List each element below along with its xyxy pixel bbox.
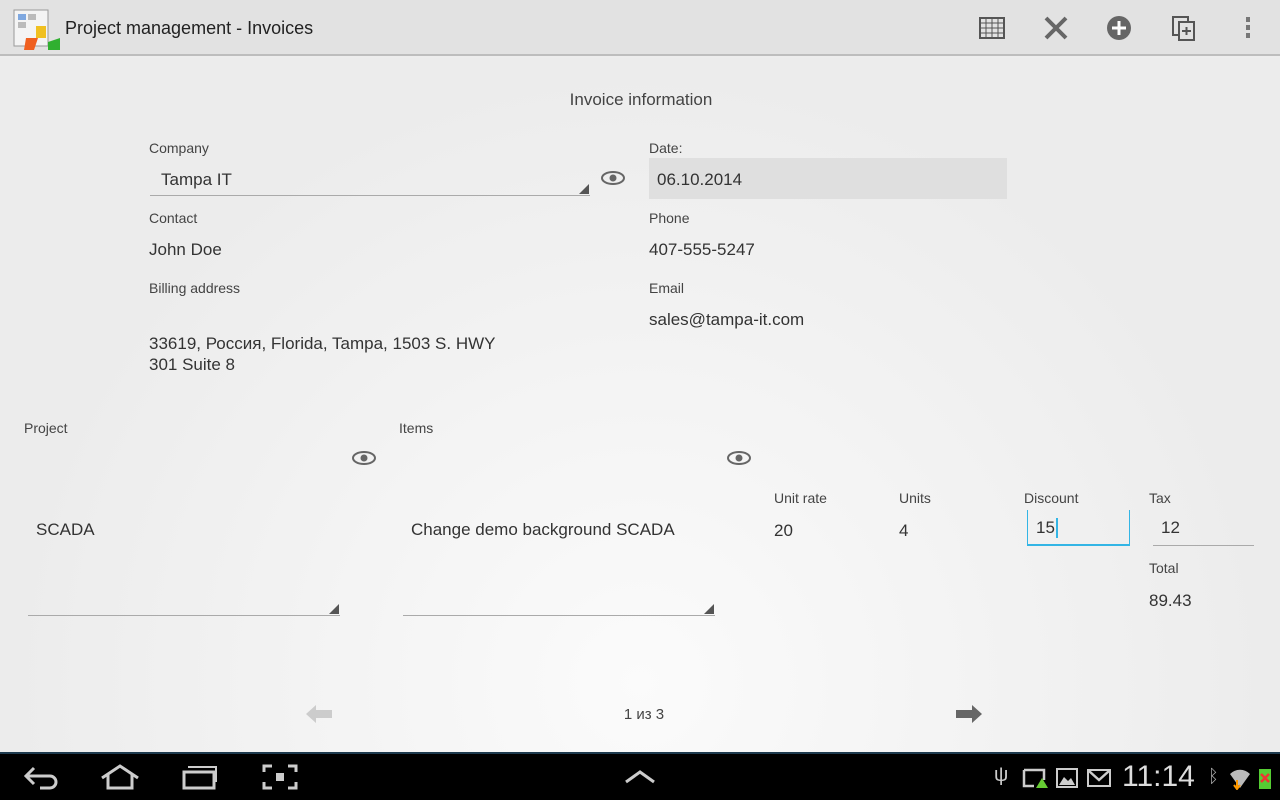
company-value: Tampa IT	[161, 170, 232, 189]
date-label: Date:	[649, 140, 683, 156]
contact-label: Contact	[149, 210, 198, 226]
system-nav-bar: ψ 11:14 ᛒ	[0, 752, 1280, 800]
sync-icon	[1022, 768, 1048, 795]
battery-icon	[1258, 766, 1272, 795]
recent-apps-icon[interactable]	[182, 764, 218, 795]
company-label: Company	[149, 140, 209, 156]
gmail-icon	[1087, 769, 1111, 792]
home-icon[interactable]	[100, 764, 140, 795]
chevron-up-icon[interactable]	[624, 770, 656, 789]
billing-address-label: Billing address	[149, 280, 241, 296]
dropdown-icon	[329, 604, 339, 614]
tools-icon[interactable]	[1043, 15, 1071, 43]
copy-icon[interactable]	[1171, 15, 1199, 43]
date-field[interactable]: 06.10.2014	[649, 158, 1007, 199]
app-title: Project management - Invoices	[65, 18, 314, 38]
view-project-eye-icon[interactable]	[352, 450, 376, 471]
billing-address-line1: 33619, Россия, Florida, Tampa, 1503 S. H…	[149, 334, 496, 353]
grid-icon[interactable]	[979, 15, 1007, 43]
tax-value: 12	[1161, 518, 1180, 537]
project-value: SCADA	[36, 520, 95, 539]
units-value: 4	[899, 521, 909, 540]
unit-rate-value: 20	[774, 521, 793, 540]
discount-value: 15	[1036, 518, 1058, 538]
units-label: Units	[899, 490, 931, 506]
overflow-menu-icon[interactable]	[1240, 15, 1256, 41]
total-label: Total	[1149, 560, 1179, 576]
project-spinner[interactable]: SCADA	[28, 498, 340, 616]
page-indicator: 1 из 3	[623, 706, 665, 723]
view-company-eye-icon[interactable]	[601, 170, 625, 191]
invoice-form: Invoice information Company Tampa IT Dat…	[0, 58, 1280, 752]
clock: 11:14	[1122, 760, 1195, 793]
action-bar: Project management - Invoices	[0, 0, 1280, 56]
email-value: sales@tampa-it.com	[649, 310, 805, 329]
items-label: Items	[399, 420, 434, 436]
phone-label: Phone	[649, 210, 690, 226]
project-label: Project	[24, 420, 68, 436]
item-value: Change demo background SCADA	[411, 520, 675, 539]
discount-input[interactable]: 15	[1027, 510, 1130, 546]
tax-input[interactable]: 12	[1153, 510, 1254, 546]
email-label: Email	[649, 280, 685, 296]
view-items-eye-icon[interactable]	[727, 450, 751, 471]
add-icon[interactable]	[1106, 15, 1134, 43]
date-value: 06.10.2014	[657, 170, 743, 189]
bluetooth-icon: ᛒ	[1208, 766, 1219, 786]
dropdown-icon	[704, 604, 714, 614]
items-spinner[interactable]: Change demo background SCADA	[403, 498, 715, 616]
wifi-icon	[1228, 766, 1252, 795]
billing-address-line2: 301 Suite 8	[149, 355, 236, 374]
contact-value: John Doe	[149, 240, 222, 259]
discount-label: Discount	[1024, 490, 1079, 506]
unit-rate-label: Unit rate	[774, 490, 827, 506]
back-icon[interactable]	[22, 764, 60, 795]
total-value: 89.43	[1149, 591, 1192, 610]
usb-icon: ψ	[994, 764, 1009, 786]
app-icon[interactable]	[12, 8, 62, 52]
next-arrow-icon[interactable]	[956, 705, 982, 728]
dropdown-icon	[579, 184, 589, 194]
phone-value: 407-555-5247	[649, 240, 755, 259]
gallery-icon	[1056, 768, 1078, 793]
form-heading: Invoice information	[569, 90, 713, 109]
tax-label: Tax	[1149, 490, 1171, 506]
screenshot-icon[interactable]	[262, 764, 298, 795]
company-spinner[interactable]: Tampa IT	[150, 162, 590, 196]
